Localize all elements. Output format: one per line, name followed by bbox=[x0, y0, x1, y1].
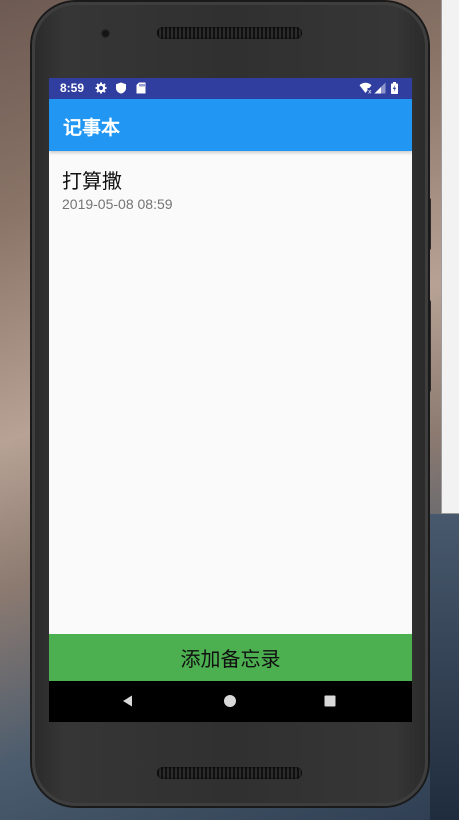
back-icon[interactable] bbox=[120, 693, 136, 709]
cell-signal-icon bbox=[374, 82, 386, 94]
battery-icon bbox=[391, 82, 398, 94]
navigation-bar bbox=[49, 681, 412, 722]
sd-card-icon bbox=[136, 82, 146, 94]
svg-text:x: x bbox=[368, 89, 372, 95]
recents-icon[interactable] bbox=[322, 693, 338, 709]
list-item[interactable]: 打算撒 2019-05-08 08:59 bbox=[49, 151, 412, 217]
background-desktop bbox=[430, 514, 459, 820]
shield-icon bbox=[116, 82, 126, 94]
note-timestamp: 2019-05-08 08:59 bbox=[62, 196, 173, 212]
app-title: 记事本 bbox=[63, 117, 121, 139]
settings-icon bbox=[95, 82, 107, 94]
add-memo-button[interactable]: 添加备忘录 bbox=[49, 634, 412, 681]
bottom-speaker bbox=[157, 767, 302, 779]
note-list: 打算撒 2019-05-08 08:59 bbox=[49, 151, 412, 217]
device-screen: 8:59 x 记事本 打算撒 2019-05-08 08:59 添加备忘录 bbox=[49, 78, 412, 722]
status-bar: 8:59 x bbox=[49, 78, 412, 99]
wifi-icon: x bbox=[359, 82, 372, 94]
background-window bbox=[441, 0, 459, 514]
front-camera bbox=[101, 29, 110, 38]
home-icon[interactable] bbox=[222, 693, 238, 709]
app-bar: 记事本 bbox=[49, 99, 412, 151]
status-time: 8:59 bbox=[60, 81, 85, 95]
top-speaker bbox=[157, 27, 302, 39]
note-title: 打算撒 bbox=[62, 169, 122, 193]
